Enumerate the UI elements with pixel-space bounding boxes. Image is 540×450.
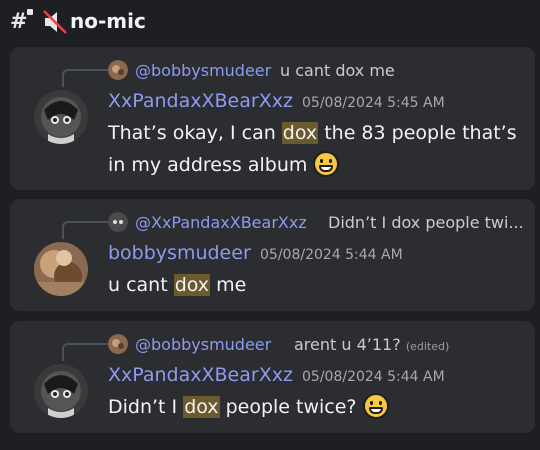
avatar[interactable] bbox=[34, 90, 88, 144]
reply-preview-text[interactable]: Didn’t I dox people twi... bbox=[328, 213, 524, 232]
channel-header: # no-mic bbox=[0, 0, 540, 44]
search-highlight: dox bbox=[183, 396, 220, 418]
reply-author-mention[interactable]: @XxPandaxXBearXxz bbox=[135, 213, 307, 232]
message-text: That’s okay, I can bbox=[108, 122, 282, 144]
message-text: me bbox=[210, 274, 247, 296]
message-content: That’s okay, I can dox the 83 people tha… bbox=[108, 117, 528, 181]
message-card[interactable]: @bobbysmudeer u cant dox me XxPandaxXBea… bbox=[10, 47, 535, 190]
lock-icon bbox=[27, 9, 33, 15]
message-text: Didn’t I bbox=[108, 396, 184, 418]
reply-avatar[interactable] bbox=[108, 334, 128, 354]
message-timestamp: 05/08/2024 5:45 AM bbox=[302, 95, 445, 111]
message-card[interactable]: @XxPandaxXBearXxz Didn’t I dox people tw… bbox=[10, 199, 535, 311]
message-content: u cant dox me bbox=[108, 269, 528, 301]
grinning-face-emoji bbox=[313, 151, 340, 177]
reply-connector bbox=[62, 221, 114, 239]
reply-connector bbox=[62, 69, 114, 87]
reply-text: arent u 4’11? bbox=[294, 335, 401, 354]
reply-connector bbox=[62, 343, 114, 361]
message-author[interactable]: XxPandaxXBearXxz bbox=[108, 364, 293, 386]
message-text: people twice? bbox=[219, 396, 357, 418]
message-content: Didn’t I dox people twice? bbox=[108, 391, 528, 423]
message-timestamp: 05/08/2024 5:44 AM bbox=[302, 369, 445, 385]
reply-avatar[interactable] bbox=[108, 212, 128, 232]
message-text: u cant bbox=[108, 274, 174, 296]
edited-label: (edited) bbox=[405, 340, 450, 353]
message-author[interactable]: bobbysmudeer bbox=[108, 242, 251, 264]
grinning-face-emoji bbox=[362, 393, 389, 419]
reply-preview-text[interactable]: u cant dox me bbox=[280, 61, 395, 80]
message-timestamp: 05/08/2024 5:44 AM bbox=[260, 247, 403, 263]
avatar[interactable] bbox=[34, 364, 88, 418]
avatar[interactable] bbox=[34, 242, 88, 296]
channel-hash-icon: # bbox=[10, 9, 28, 33]
reply-avatar[interactable] bbox=[108, 60, 128, 80]
search-highlight: dox bbox=[281, 122, 319, 144]
message-author[interactable]: XxPandaxXBearXxz bbox=[108, 90, 293, 112]
channel-name[interactable]: no-mic bbox=[70, 9, 146, 33]
reply-author-mention[interactable]: @bobbysmudeer bbox=[135, 335, 271, 354]
reply-preview-text[interactable]: arent u 4’11? (edited) bbox=[294, 335, 449, 354]
message-card[interactable]: @bobbysmudeer arent u 4’11? (edited) XxP… bbox=[10, 321, 535, 433]
reply-author-mention[interactable]: @bobbysmudeer bbox=[135, 61, 271, 80]
search-highlight: dox bbox=[173, 274, 211, 296]
muted-speaker-icon bbox=[43, 10, 67, 34]
